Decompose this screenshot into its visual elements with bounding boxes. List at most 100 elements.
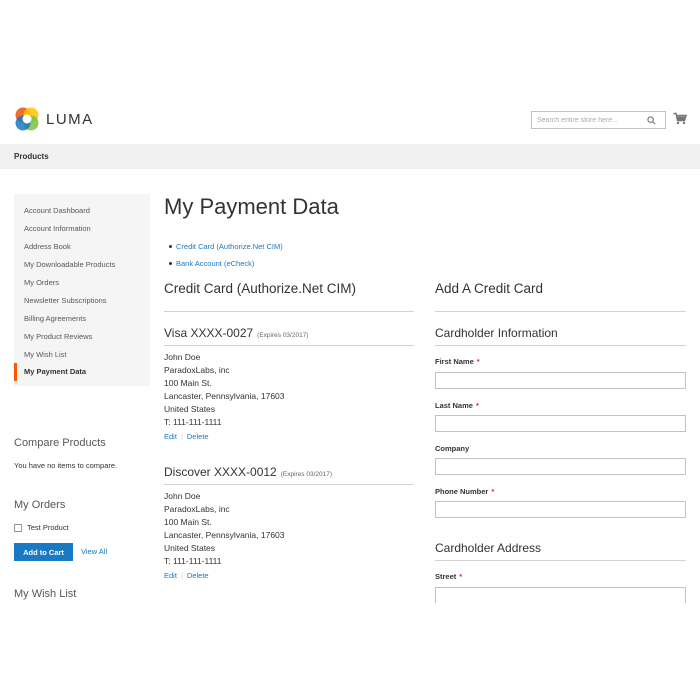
delete-card-link[interactable]: Delete (187, 432, 209, 441)
compare-products-empty: You have no items to compare. (14, 461, 118, 470)
sidebar-item-label: Address Book (24, 242, 71, 252)
sidebar-item-label: My Wish List (24, 349, 67, 359)
section-divider (435, 311, 686, 312)
card-divider (164, 345, 414, 346)
card-expiry: (Expires 03/2017) (257, 332, 309, 339)
address-line: 100 Main St. (164, 378, 212, 388)
sidebar-item-label: Billing Agreements (24, 313, 87, 323)
cardholder-address-title: Cardholder Address (435, 541, 542, 555)
add-card-title: Add A Credit Card (435, 281, 544, 296)
sidebar-item-billing-agreements[interactable]: Billing Agreements (14, 309, 150, 327)
first-name-field[interactable] (435, 372, 686, 389)
logo-text: LUMA (46, 110, 94, 128)
sidebar-item-label: Newsletter Subscriptions (24, 295, 107, 305)
sidebar-item-newsletter[interactable]: Newsletter Subscriptions (14, 291, 150, 309)
anchor-credit-card[interactable]: Credit Card (Authorize.Net CIM) (169, 238, 283, 255)
card-name: Visa XXXX-0027 (164, 326, 254, 340)
section-divider (435, 560, 686, 561)
street-label: Street * (435, 572, 462, 581)
address-line: 100 Main St. (164, 517, 212, 527)
sidebar-item-my-orders[interactable]: My Orders (14, 274, 150, 292)
page-title: My Payment Data (164, 194, 339, 219)
sidebar-item-product-reviews[interactable]: My Product Reviews (14, 327, 150, 345)
label-text: Phone Number (435, 487, 489, 496)
label-text: First Name (435, 357, 474, 366)
anchor-bank-account[interactable]: Bank Account (eCheck) (169, 255, 283, 272)
address-line: ParadoxLabs, inc (164, 504, 230, 514)
sidebar-item-label: My Product Reviews (24, 331, 93, 341)
order-item-checkbox[interactable] (14, 523, 22, 532)
address-line: T: 111-111-1111 (164, 556, 222, 566)
street-field[interactable] (435, 587, 686, 603)
store-logo[interactable]: LUMA (14, 106, 94, 132)
required-mark: * (491, 487, 495, 496)
sidebar-item-account-dashboard[interactable]: Account Dashboard (14, 202, 150, 220)
required-mark: * (459, 572, 463, 581)
my-orders-title: My Orders (14, 499, 66, 511)
address-line: John Doe (164, 491, 201, 501)
phone-label: Phone Number * (435, 487, 494, 496)
nav-item-products[interactable]: Products (14, 152, 49, 161)
separator: | (180, 432, 183, 441)
sidebar-item-address-book[interactable]: Address Book (14, 238, 150, 256)
address-line: ParadoxLabs, inc (164, 365, 230, 375)
label-text: Street (435, 572, 457, 581)
label-text: Last Name (435, 401, 473, 410)
last-name-label: Last Name * (435, 401, 479, 410)
card-divider (164, 484, 414, 485)
saved-cards-title: Credit Card (Authorize.Net CIM) (164, 281, 357, 296)
phone-field[interactable] (435, 501, 686, 518)
card-expiry: (Expires 03/2017) (280, 471, 333, 478)
address-line: Lancaster, Pennsylvania, 17603 (164, 391, 285, 401)
company-field[interactable] (435, 458, 686, 475)
search-icon[interactable] (644, 113, 658, 127)
sidebar-item-wish-list[interactable]: My Wish List (14, 345, 150, 363)
card-actions: Edit | Delete (164, 571, 209, 580)
card-title: Discover XXXX-0012 (Expires 03/2017) (164, 465, 332, 479)
cardholder-info-title: Cardholder Information (435, 326, 558, 340)
cart-icon[interactable] (673, 112, 687, 126)
address-line: John Doe (164, 352, 201, 362)
address-line: United States (164, 543, 216, 553)
company-label: Company (435, 444, 469, 453)
card-name: Discover XXXX-0012 (164, 465, 277, 479)
sidebar-item-downloadable-products[interactable]: My Downloadable Products (14, 256, 150, 274)
sidebar-item-label: Account Dashboard (24, 206, 90, 216)
first-name-label: First Name * (435, 357, 480, 366)
order-item-name: Test Product (27, 523, 69, 532)
required-mark: * (475, 401, 479, 410)
sidebar-item-account-information[interactable]: Account Information (14, 220, 150, 238)
sidebar-item-label: My Payment Data (24, 367, 87, 377)
address-line: T: 111-111-1111 (164, 417, 222, 427)
search-input[interactable] (532, 113, 644, 127)
delete-card-link[interactable]: Delete (187, 571, 209, 580)
edit-card-link[interactable]: Edit (164, 432, 177, 441)
sidebar-item-label: Account Information (24, 224, 91, 234)
luma-logo-icon (15, 107, 39, 131)
search-box (531, 111, 666, 129)
card-actions: Edit | Delete (164, 432, 209, 441)
last-name-field[interactable] (435, 415, 686, 432)
address-line: Lancaster, Pennsylvania, 17603 (164, 530, 285, 540)
address-line: United States (164, 404, 216, 414)
label-text: Company (435, 444, 470, 453)
edit-card-link[interactable]: Edit (164, 571, 177, 580)
payment-type-anchors: Credit Card (Authorize.Net CIM) Bank Acc… (169, 238, 283, 272)
view-all-link[interactable]: View All (81, 547, 107, 556)
separator: | (180, 571, 183, 580)
card-title: Visa XXXX-0027 (Expires 03/2017) (164, 326, 308, 340)
order-item: Test Product (14, 523, 69, 532)
sidebar-item-label: My Downloadable Products (24, 260, 116, 270)
sidebar-item-payment-data[interactable]: My Payment Data (14, 363, 150, 381)
section-divider (435, 345, 686, 346)
card-billing-address: John Doe ParadoxLabs, inc 100 Main St. L… (164, 351, 285, 429)
card-billing-address: John Doe ParadoxLabs, inc 100 Main St. L… (164, 490, 285, 568)
my-wish-list-title: My Wish List (14, 588, 77, 600)
sidebar-item-label: My Orders (24, 278, 60, 287)
compare-products-title: Compare Products (14, 437, 106, 449)
section-divider (164, 311, 414, 312)
account-sidebar-nav: Account Dashboard Account Information Ad… (14, 194, 150, 386)
add-to-cart-button[interactable]: Add to Cart (14, 543, 73, 561)
required-mark: * (476, 357, 480, 366)
main-navigation: Products (0, 144, 700, 169)
